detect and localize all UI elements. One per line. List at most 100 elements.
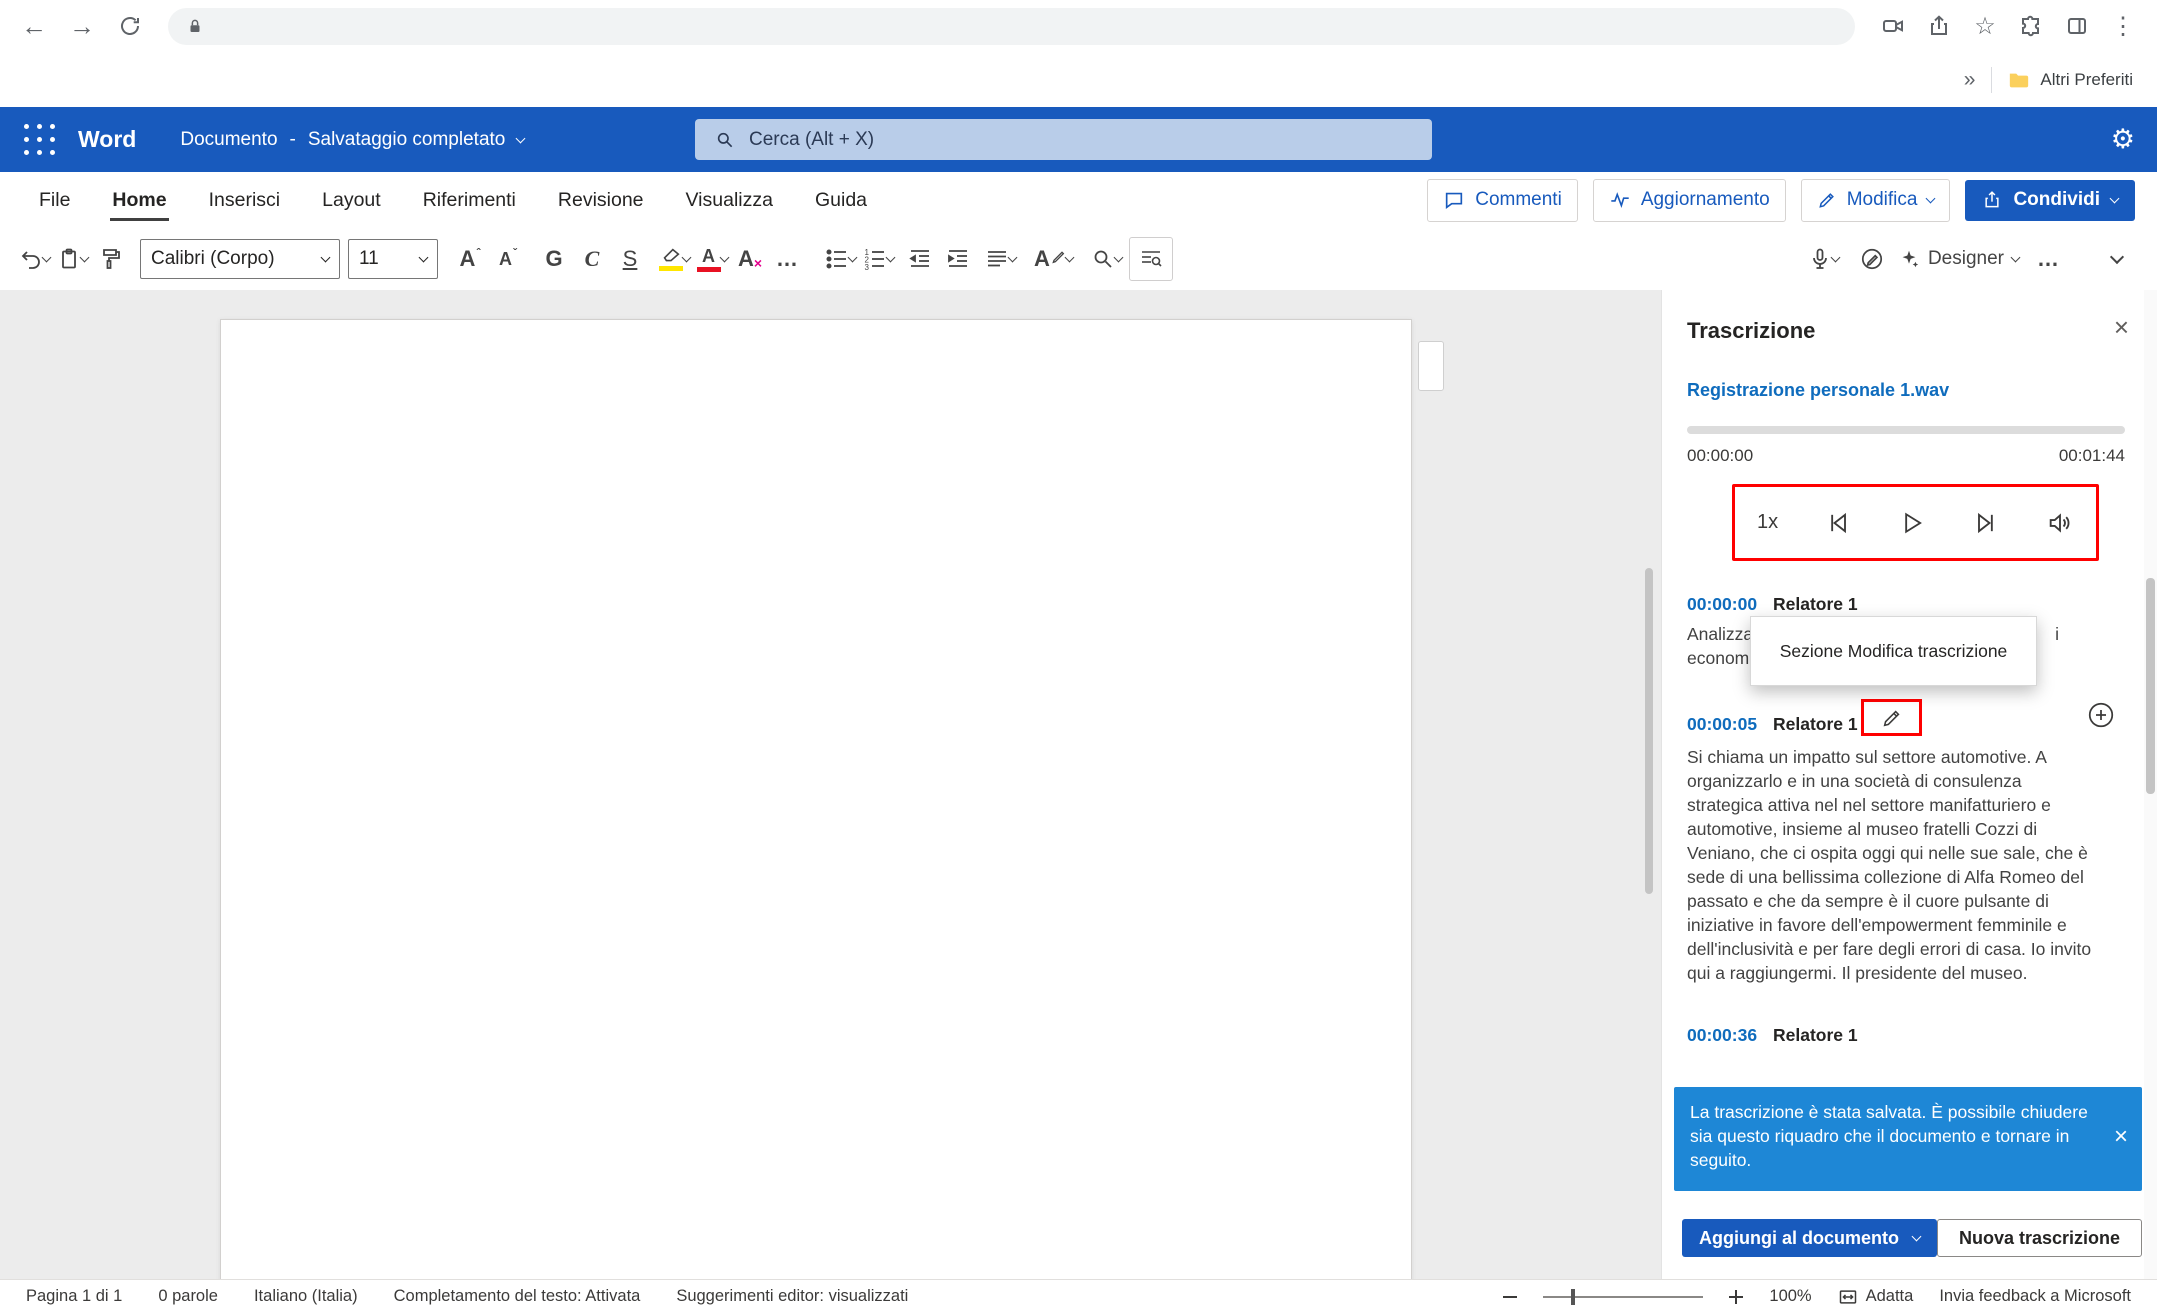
bookmarks-overflow-button[interactable]: » — [1964, 68, 1976, 92]
designer-button[interactable]: Designer — [1898, 236, 2019, 282]
decrease-indent-button[interactable] — [904, 236, 936, 282]
browser-reload-icon[interactable] — [110, 6, 150, 46]
chevron-down-icon — [321, 253, 331, 263]
chevron-down-icon — [1912, 1232, 1922, 1242]
new-transcription-button[interactable]: Nuova trascrizione — [1937, 1219, 2142, 1257]
search-input[interactable]: Cerca (Alt + X) — [695, 119, 1432, 160]
tab-home[interactable]: Home — [91, 172, 187, 228]
feedback-link[interactable]: Invia feedback a Microsoft — [1939, 1287, 2131, 1306]
document-scrollbar[interactable] — [1644, 290, 1654, 1280]
tab-revisione[interactable]: Revisione — [537, 172, 665, 228]
volume-icon[interactable] — [2046, 509, 2074, 537]
address-bar[interactable] — [168, 8, 1855, 45]
chevron-down-icon — [681, 253, 691, 263]
tab-riferimenti[interactable]: Riferimenti — [402, 172, 537, 228]
chevron-down-icon — [1114, 253, 1124, 263]
italic-button[interactable]: C — [576, 236, 608, 282]
comment-margin-box[interactable] — [1418, 341, 1444, 391]
tab-inserisci[interactable]: Inserisci — [188, 172, 302, 228]
side-panel-icon[interactable] — [2057, 6, 2097, 46]
zoom-in-icon[interactable] — [1729, 1290, 1743, 1304]
audio-progress-bar[interactable] — [1687, 426, 2125, 434]
underline-button[interactable]: S — [614, 236, 646, 282]
collapse-ribbon-button[interactable] — [2101, 236, 2133, 282]
entry-timestamp[interactable]: 00:00:36 — [1687, 1025, 1773, 1046]
notification-close-icon[interactable]: × — [2114, 1125, 2128, 1149]
bullet-list-button[interactable] — [824, 236, 856, 282]
edit-mode-button[interactable]: Modifica — [1801, 179, 1951, 222]
play-icon[interactable] — [1898, 509, 1926, 537]
language-indicator[interactable]: Italiano (Italia) — [254, 1287, 358, 1306]
panel-close-icon[interactable]: × — [2114, 314, 2129, 340]
paste-button[interactable] — [56, 236, 88, 282]
fit-width-button[interactable]: Adatta — [1838, 1287, 1914, 1307]
time-current: 00:00:00 — [1687, 446, 1753, 466]
skip-forward-icon[interactable] — [1972, 509, 2000, 537]
browser-back-icon[interactable]: ← — [14, 6, 54, 46]
playback-speed-button[interactable]: 1x — [1757, 511, 1778, 534]
editor-button[interactable] — [1856, 236, 1888, 282]
share-page-icon[interactable] — [1919, 6, 1959, 46]
bookmark-star-icon[interactable]: ☆ — [1965, 6, 2005, 46]
font-name-select[interactable]: Calibri (Corpo) — [140, 239, 340, 279]
add-section-button[interactable] — [2086, 700, 2116, 730]
browser-forward-icon[interactable]: → — [62, 6, 102, 46]
comments-button[interactable]: Commenti — [1427, 179, 1578, 222]
browser-menu-icon[interactable]: ⋮ — [2103, 6, 2143, 46]
tab-file[interactable]: File — [18, 172, 91, 228]
video-call-icon[interactable] — [1873, 6, 1913, 46]
updates-button[interactable]: Aggiornamento — [1593, 179, 1786, 222]
increase-indent-button[interactable] — [942, 236, 974, 282]
shrink-font-button[interactable]: Aˇ — [492, 236, 524, 282]
bold-button[interactable]: G — [538, 236, 570, 282]
document-title[interactable]: Documento - Salvataggio completato — [180, 129, 524, 151]
transcript-entry-text[interactable]: Si chiama un impatto sul settore automot… — [1687, 745, 2097, 985]
app-name: Word — [78, 126, 136, 153]
settings-gear-icon[interactable]: ⚙ — [2111, 124, 2135, 155]
other-bookmarks-button[interactable]: Altri Preferiti — [2008, 69, 2133, 91]
entry-timestamp[interactable]: 00:00:00 — [1687, 594, 1773, 615]
skip-back-icon[interactable] — [1824, 509, 1852, 537]
format-painter-button[interactable] — [94, 236, 126, 282]
share-button[interactable]: Condividi — [1965, 180, 2135, 221]
extensions-puzzle-icon[interactable] — [2011, 6, 2051, 46]
ellipsis-icon: … — [2037, 248, 2061, 270]
highlighter-button[interactable] — [658, 236, 690, 282]
tab-layout[interactable]: Layout — [301, 172, 402, 228]
panel-scrollbar-thumb[interactable] — [2146, 578, 2155, 794]
saved-notification: La trascrizione è stata salvata. È possi… — [1674, 1087, 2142, 1191]
styles-button[interactable]: A — [1034, 236, 1073, 282]
ribbon-tabs: File Home Inserisci Layout Riferimenti R… — [0, 172, 2157, 228]
add-to-document-button[interactable]: Aggiungi al documento — [1682, 1219, 1937, 1257]
undo-button[interactable] — [18, 236, 50, 282]
navigation-pane-button[interactable] — [1129, 237, 1173, 281]
dictate-button[interactable] — [1808, 236, 1840, 282]
recording-file-link[interactable]: Registrazione personale 1.wav — [1687, 380, 1949, 401]
tab-guida[interactable]: Guida — [794, 172, 888, 228]
grow-font-button[interactable]: Aˆ — [454, 236, 486, 282]
find-button[interactable] — [1091, 236, 1123, 282]
clear-formatting-button[interactable]: A × — [734, 236, 766, 282]
edit-pencil-icon[interactable] — [1881, 707, 1903, 729]
numbered-list-button[interactable]: 123 — [862, 236, 894, 282]
alignment-button[interactable] — [984, 236, 1016, 282]
page-count[interactable]: Pagina 1 di 1 — [26, 1287, 122, 1306]
ribbon-overflow-button[interactable]: … — [2033, 236, 2065, 282]
font-color-button[interactable]: A — [696, 236, 728, 282]
entry-timestamp[interactable]: 00:00:05 — [1687, 714, 1773, 735]
zoom-out-icon[interactable] — [1503, 1296, 1517, 1298]
app-header: Word Documento - Salvataggio completato … — [0, 107, 2157, 172]
document-page[interactable] — [220, 319, 1412, 1280]
zoom-level[interactable]: 100% — [1769, 1287, 1811, 1306]
font-size-select[interactable]: 11 — [348, 239, 438, 279]
zoom-slider-thumb[interactable] — [1571, 1289, 1575, 1305]
zoom-slider[interactable] — [1543, 1289, 1703, 1305]
editor-hints-status[interactable]: Suggerimenti editor: visualizzati — [676, 1287, 908, 1306]
word-count[interactable]: 0 parole — [158, 1287, 218, 1306]
document-scrollbar-thumb[interactable] — [1645, 568, 1653, 894]
panel-scrollbar[interactable] — [2144, 290, 2157, 1280]
more-font-options-button[interactable]: … — [772, 236, 804, 282]
app-launcher-icon[interactable] — [22, 123, 56, 157]
text-completion-status[interactable]: Completamento del testo: Attivata — [394, 1287, 641, 1306]
tab-visualizza[interactable]: Visualizza — [665, 172, 794, 228]
